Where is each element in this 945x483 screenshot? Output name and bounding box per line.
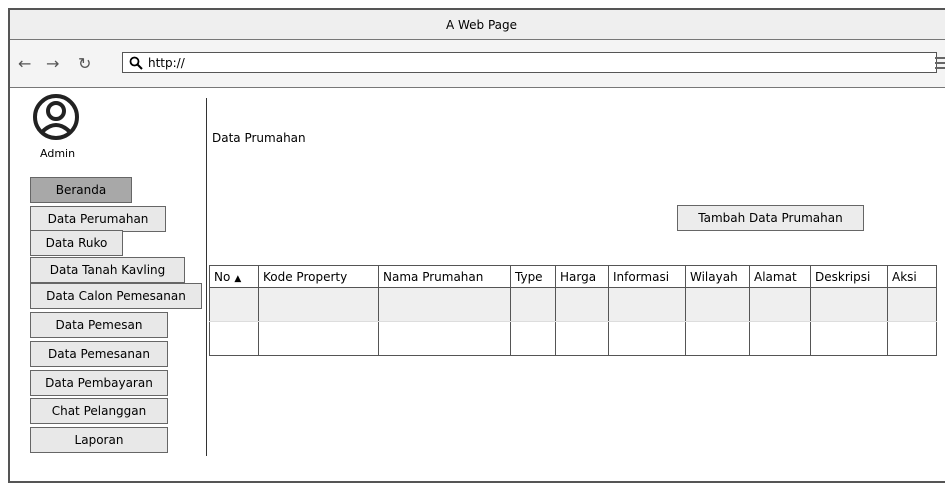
column-header-harga[interactable]: Harga bbox=[555, 265, 609, 288]
sidebar-item-data-pemesan[interactable]: Data Pemesan bbox=[30, 312, 168, 338]
sidebar-item-data-pemesanan[interactable]: Data Pemesanan bbox=[30, 341, 168, 367]
url-text: http:// bbox=[148, 55, 185, 70]
column-header-wilayah[interactable]: Wilayah bbox=[685, 265, 750, 288]
sidebar-item-data-calon-pemesanan[interactable]: Data Calon Pemesanan bbox=[30, 283, 202, 309]
column-header-kode-property[interactable]: Kode Property bbox=[258, 265, 379, 288]
table-row[interactable] bbox=[209, 321, 937, 356]
window-titlebar: A Web Page bbox=[10, 10, 945, 40]
sort-ascending-icon: ▲ bbox=[234, 273, 242, 284]
page-title: Data Prumahan bbox=[212, 131, 306, 145]
column-header-type[interactable]: Type bbox=[510, 265, 556, 288]
column-header-aksi[interactable]: Aksi bbox=[887, 265, 937, 288]
browser-toolbar: ← → ↻ http:// bbox=[10, 40, 945, 88]
data-table: No ▲ Kode Property Nama Prumahan Type Har… bbox=[209, 265, 937, 356]
user-avatar-icon bbox=[33, 94, 79, 140]
user-name-label: Admin bbox=[40, 147, 76, 160]
column-header-alamat[interactable]: Alamat bbox=[749, 265, 811, 288]
table-header-row: No ▲ Kode Property Nama Prumahan Type Har… bbox=[209, 265, 937, 288]
sidebar-item-laporan[interactable]: Laporan bbox=[30, 427, 168, 453]
sidebar-item-data-pembayaran[interactable]: Data Pembayaran bbox=[30, 370, 168, 396]
sidebar-item-chat-pelanggan[interactable]: Chat Pelanggan bbox=[30, 398, 168, 424]
column-header-no[interactable]: No ▲ bbox=[209, 265, 259, 288]
reload-icon[interactable]: ↻ bbox=[78, 54, 91, 73]
sidebar-item-beranda[interactable]: Beranda bbox=[30, 177, 132, 203]
window-title: A Web Page bbox=[445, 17, 518, 32]
back-arrow-icon[interactable]: ← bbox=[18, 54, 31, 73]
sidebar-item-data-ruko[interactable]: Data Ruko bbox=[30, 230, 123, 256]
table-row[interactable] bbox=[209, 287, 937, 322]
sidebar-item-data-tanah-kavling[interactable]: Data Tanah Kavling bbox=[30, 257, 185, 283]
search-icon bbox=[129, 56, 143, 70]
sidebar-divider bbox=[206, 98, 207, 456]
add-data-button[interactable]: Tambah Data Prumahan bbox=[677, 205, 864, 231]
column-header-informasi[interactable]: Informasi bbox=[608, 265, 686, 288]
forward-arrow-icon[interactable]: → bbox=[46, 54, 59, 73]
hamburger-menu-icon[interactable] bbox=[935, 57, 945, 72]
sidebar-item-data-perumahan[interactable]: Data Perumahan bbox=[30, 206, 166, 232]
url-bar[interactable]: http:// bbox=[122, 52, 937, 73]
column-header-deskripsi[interactable]: Deskripsi bbox=[810, 265, 888, 288]
column-header-nama-prumahan[interactable]: Nama Prumahan bbox=[378, 265, 511, 288]
